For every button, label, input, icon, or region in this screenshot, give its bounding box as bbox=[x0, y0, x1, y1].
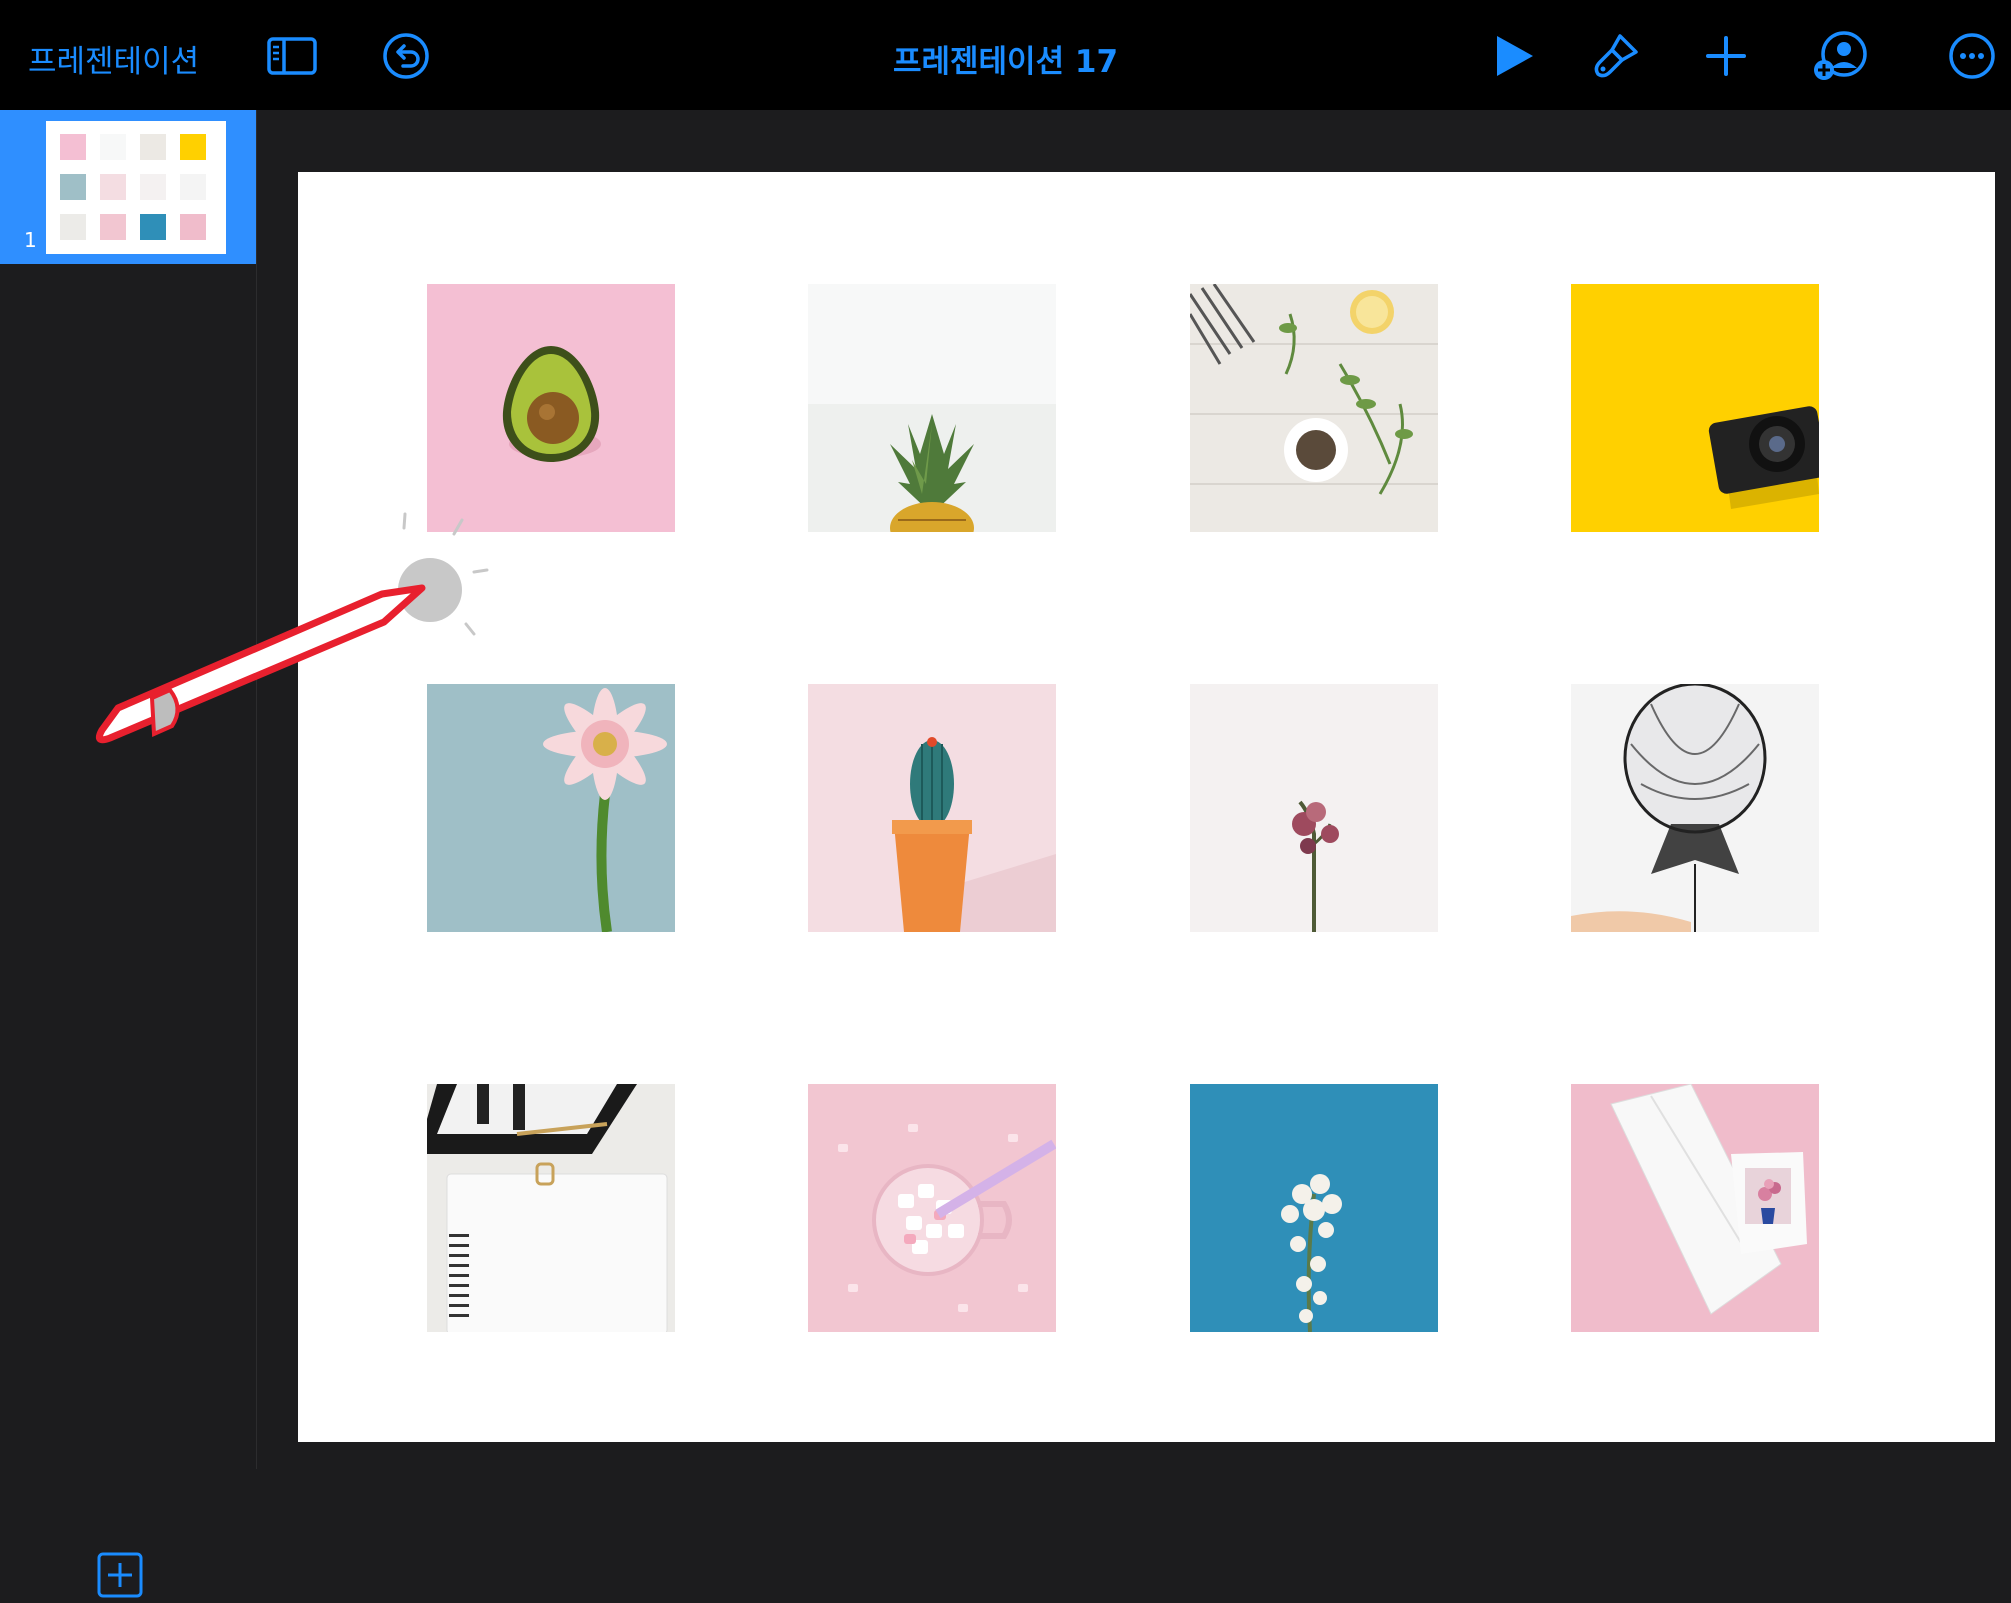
slide-navigator: 1 bbox=[0, 110, 256, 1598]
thumb-photo-white-blossom bbox=[140, 214, 166, 240]
thumb-photo-black-balloon bbox=[180, 174, 206, 200]
photo-dried-rose[interactable] bbox=[1190, 684, 1438, 932]
photo-avocado[interactable] bbox=[427, 284, 675, 532]
thumb-photo-gerbera-flower bbox=[60, 174, 86, 200]
thumb-photo-pineapple bbox=[100, 134, 126, 160]
thumb-photo-cactus bbox=[100, 174, 126, 200]
slide-number: 1 bbox=[24, 228, 37, 252]
photo-marshmallow-mug[interactable] bbox=[808, 1084, 1056, 1332]
apple-pencil-tap-icon bbox=[95, 512, 489, 744]
photo-herbs-and-spices[interactable] bbox=[1190, 284, 1438, 532]
photo-white-blossom[interactable] bbox=[1190, 1084, 1438, 1332]
add-icon[interactable] bbox=[1700, 30, 1752, 82]
thumb-photo-sketchbook-photo bbox=[180, 214, 206, 240]
thumb-photo-herbs-and-spices bbox=[140, 134, 166, 160]
photo-sketchbook-photo[interactable] bbox=[1571, 1084, 1819, 1332]
photo-clipboard-notebook[interactable] bbox=[427, 1084, 675, 1332]
more-icon[interactable] bbox=[1946, 30, 1998, 82]
toolbar: 프레젠테이션 프레젠테이션 17 bbox=[0, 0, 2011, 110]
thumb-photo-clipboard-notebook bbox=[60, 214, 86, 240]
slide-canvas[interactable] bbox=[298, 172, 1995, 1442]
format-brush-icon[interactable] bbox=[1590, 30, 1642, 82]
photo-black-balloon[interactable] bbox=[1571, 684, 1819, 932]
collaborate-icon[interactable] bbox=[1812, 30, 1870, 82]
add-slide-icon[interactable] bbox=[96, 1551, 144, 1599]
play-icon[interactable] bbox=[1488, 30, 1540, 82]
slide-thumbnail-1[interactable]: 1 bbox=[0, 110, 256, 264]
photo-camera[interactable] bbox=[1571, 284, 1819, 532]
sidebar-divider bbox=[256, 110, 257, 1469]
thumb-photo-camera bbox=[180, 134, 206, 160]
slide-thumbnail-preview bbox=[46, 121, 226, 254]
photo-cactus[interactable] bbox=[808, 684, 1056, 932]
photo-pineapple[interactable] bbox=[808, 284, 1056, 532]
thumb-photo-dried-rose bbox=[140, 174, 166, 200]
thumb-photo-marshmallow-mug bbox=[100, 214, 126, 240]
thumb-photo-avocado bbox=[60, 134, 86, 160]
